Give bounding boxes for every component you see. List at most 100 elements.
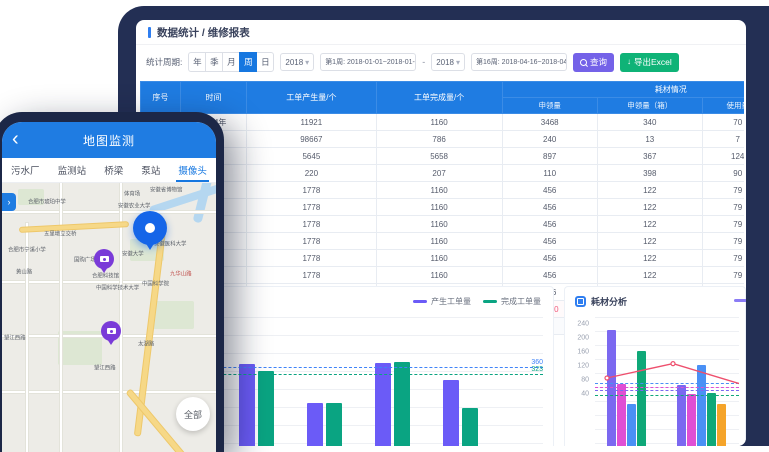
- table-cell: 1160: [376, 250, 502, 267]
- legend-swatch-icon: [413, 300, 427, 303]
- period-option-季[interactable]: 季: [205, 52, 223, 72]
- end-year-select[interactable]: 2018 ▾: [431, 53, 465, 71]
- tab-桥梁[interactable]: 桥梁: [102, 158, 125, 182]
- bar: [637, 351, 646, 446]
- bar: [697, 365, 706, 447]
- bar: [717, 404, 726, 446]
- export-label: 导出Excel: [634, 56, 672, 68]
- road: [26, 223, 28, 452]
- y-tick-label: 120: [577, 363, 589, 370]
- column-header: 工单产生量/个: [247, 82, 376, 114]
- table-cell: 897: [502, 148, 597, 165]
- bar-group: [607, 330, 646, 446]
- period-option-年[interactable]: 年: [188, 52, 206, 72]
- bar: [607, 330, 616, 446]
- table-cell: 456: [502, 182, 597, 199]
- range-separator: -: [422, 57, 425, 67]
- bar: [462, 408, 478, 446]
- tab-监测站[interactable]: 监测站: [56, 158, 89, 182]
- table-cell: 70: [702, 114, 744, 131]
- download-icon: ↓: [627, 58, 631, 66]
- map-label: 安徽省博物馆: [150, 185, 182, 193]
- table-cell: 456: [502, 250, 597, 267]
- start-week-range[interactable]: 第1周: 2018-01-01~2018-01-07: [320, 53, 416, 71]
- table-cell: 1160: [376, 267, 502, 284]
- table-cell: 122: [597, 233, 702, 250]
- group-column-header: 耗材情况: [502, 82, 744, 98]
- end-week-range[interactable]: 第16周: 2018-04-16~2018-04-22: [471, 53, 567, 71]
- table-cell: 1778: [247, 267, 376, 284]
- table-cell: 79: [702, 199, 744, 216]
- map-label: 合肥市琥珀中学: [28, 197, 66, 205]
- table-cell: 786: [376, 131, 502, 148]
- map-label: 安徽农业大学: [118, 201, 150, 209]
- map-label: 合肥市宁溪小学: [8, 245, 46, 253]
- app-title: 地图监测: [83, 132, 135, 149]
- table-cell: 122: [597, 267, 702, 284]
- phone-mockup: ‹ 地图监测 污水厂监测站桥梁泵站摄像头 合肥市琥珀中学体育场安徽农业大学安徽省…: [0, 112, 224, 452]
- query-button[interactable]: 查询: [573, 53, 614, 72]
- camera-icon: [100, 256, 109, 262]
- table-cell: 240: [502, 131, 597, 148]
- map-category-tabs: 污水厂监测站桥梁泵站摄像头: [2, 158, 216, 183]
- table-cell: 456: [502, 199, 597, 216]
- period-option-月[interactable]: 月: [222, 52, 240, 72]
- y-tick-label: 240: [577, 321, 589, 328]
- start-year-select[interactable]: 2018 ▾: [280, 53, 314, 71]
- query-label: 查询: [590, 56, 607, 68]
- bar-group: [443, 380, 478, 446]
- breadcrumb-accent: [148, 27, 151, 38]
- camera-pin-marker[interactable]: [101, 321, 121, 341]
- back-chevron-icon[interactable]: ‹: [12, 126, 19, 152]
- bar: [707, 393, 716, 446]
- table-cell: 122: [597, 216, 702, 233]
- bar-group: [239, 364, 274, 446]
- dropdown-arrow-icon: ▾: [305, 58, 309, 67]
- bar: [677, 385, 686, 446]
- map-label: 黄山路: [16, 267, 32, 275]
- average-line: [595, 395, 739, 396]
- chart-title: 耗材分析: [591, 295, 627, 308]
- period-option-周[interactable]: 周: [239, 52, 257, 72]
- selected-map-marker[interactable]: [133, 211, 167, 245]
- bar: [326, 403, 342, 446]
- column-header: 工单完成量/个: [376, 82, 502, 114]
- column-header: 序号: [141, 82, 181, 114]
- tab-污水厂[interactable]: 污水厂: [9, 158, 42, 182]
- table-cell: 220: [247, 165, 376, 182]
- map-label: 中国科学技术大学: [96, 283, 139, 291]
- bar: [627, 404, 636, 446]
- table-row: 356455658897367124129: [141, 148, 745, 165]
- table-cell: 1160: [376, 114, 502, 131]
- table-cell: 3468: [502, 114, 597, 131]
- tab-泵站[interactable]: 泵站: [139, 158, 162, 182]
- y-tick-label: 200: [577, 335, 589, 342]
- period-option-日[interactable]: 日: [256, 52, 274, 72]
- camera-pin-marker[interactable]: [94, 249, 114, 269]
- sub-column-header: 申领量（箱）: [597, 98, 702, 114]
- show-all-button[interactable]: 全部: [176, 397, 210, 431]
- average-line-label: 360: [531, 359, 543, 366]
- y-tick-label: 40: [581, 391, 589, 398]
- map-view[interactable]: 合肥市琥珀中学体育场安徽农业大学安徽省博物馆五里墩立交桥合肥市宁溪小学国购广场安…: [2, 183, 216, 452]
- chart-legend: 产生工单量完成工单量: [413, 296, 541, 307]
- table-cell: 1160: [376, 216, 502, 233]
- table-cell: 1778: [247, 199, 376, 216]
- clipped-legend-swatch: [734, 299, 746, 302]
- table-cell: 98667: [247, 131, 376, 148]
- table-cell: 1778: [247, 182, 376, 199]
- table-row: 10177811604561227967: [141, 267, 745, 284]
- export-excel-button[interactable]: ↓ 导出Excel: [620, 53, 679, 72]
- dropdown-arrow-icon: ▾: [456, 58, 460, 67]
- table-cell: 79: [702, 216, 744, 233]
- table-cell: 1160: [376, 182, 502, 199]
- map-label: 九华山路: [170, 269, 192, 277]
- table-row: 42202071103989019: [141, 165, 745, 182]
- legend-item: 产生工单量: [413, 296, 471, 307]
- table-row: 5177811604561227967: [141, 182, 745, 199]
- tab-摄像头[interactable]: 摄像头: [176, 158, 209, 182]
- expand-panel-button[interactable]: ›: [2, 193, 16, 211]
- period-segmented-control[interactable]: 年季月周日: [188, 52, 274, 72]
- bar: [307, 403, 323, 446]
- legend-swatch-icon: [483, 300, 497, 303]
